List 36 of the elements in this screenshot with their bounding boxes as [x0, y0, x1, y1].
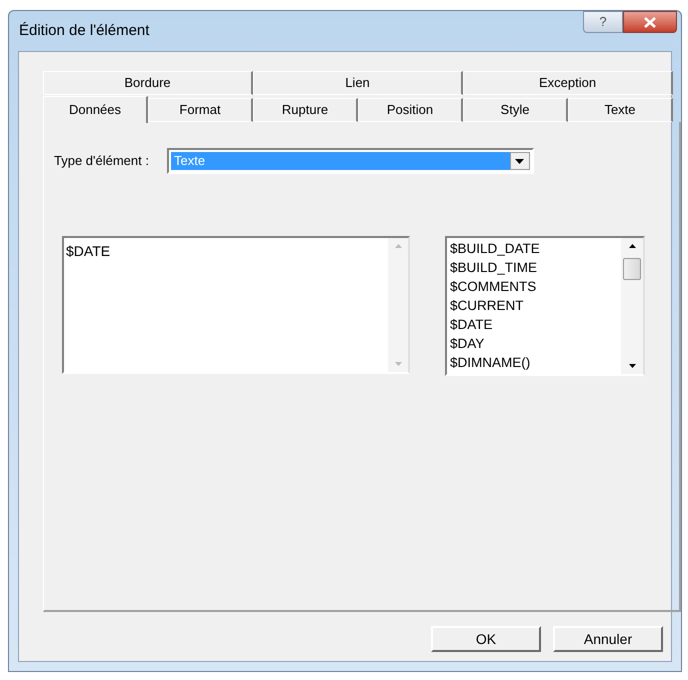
list-item[interactable]: $DAY [450, 334, 621, 353]
list-item[interactable]: $DATE [450, 315, 621, 334]
scroll-up-icon [394, 244, 402, 248]
tab[interactable]: Données [43, 96, 148, 123]
tab[interactable]: Lien [253, 71, 463, 95]
list-item[interactable]: $BUILD_TIME [450, 258, 621, 277]
tab[interactable]: Style [463, 98, 568, 122]
tab[interactable]: Format [148, 98, 253, 122]
tab[interactable]: Exception [463, 71, 673, 95]
help-button[interactable]: ? [583, 11, 623, 33]
list-item[interactable]: $BUILD_DATE [450, 239, 621, 258]
tab[interactable]: Texte [568, 98, 673, 122]
close-button[interactable] [623, 11, 677, 33]
scroll-thumb[interactable] [623, 258, 641, 280]
list-item[interactable]: $DIMNAME() [450, 353, 621, 372]
scrollbar[interactable] [621, 238, 643, 374]
list-item[interactable]: $COMMENTS [450, 277, 621, 296]
tab[interactable]: Bordure [43, 71, 253, 95]
variable-list[interactable]: $BUILD_DATE $BUILD_TIME $COMMENTS $CURRENT $DATE $DAY $DIMNAME() [445, 236, 645, 376]
scroll-down-icon [628, 364, 636, 368]
dialog-button[interactable]: OK [431, 626, 541, 652]
tab[interactable]: Position [358, 98, 463, 122]
dropdown-value: Texte [170, 152, 510, 170]
dropdown-arrow-button[interactable] [510, 152, 530, 170]
list-item[interactable]: $CURRENT [450, 296, 621, 315]
scroll-up-icon [628, 244, 636, 248]
close-icon [644, 16, 656, 28]
field-label: Type d'élément : [54, 152, 149, 170]
expression-text: $DATE [65, 242, 112, 261]
tab[interactable]: Rupture [253, 98, 358, 122]
dialog-button[interactable]: Annuler [553, 626, 663, 652]
caret-icon [515, 158, 524, 164]
scrollbar[interactable] [388, 238, 408, 372]
scroll-down-icon [394, 362, 402, 366]
expression-field[interactable]: $DATE [62, 236, 410, 374]
window-title: Édition de l'élément [19, 20, 150, 41]
